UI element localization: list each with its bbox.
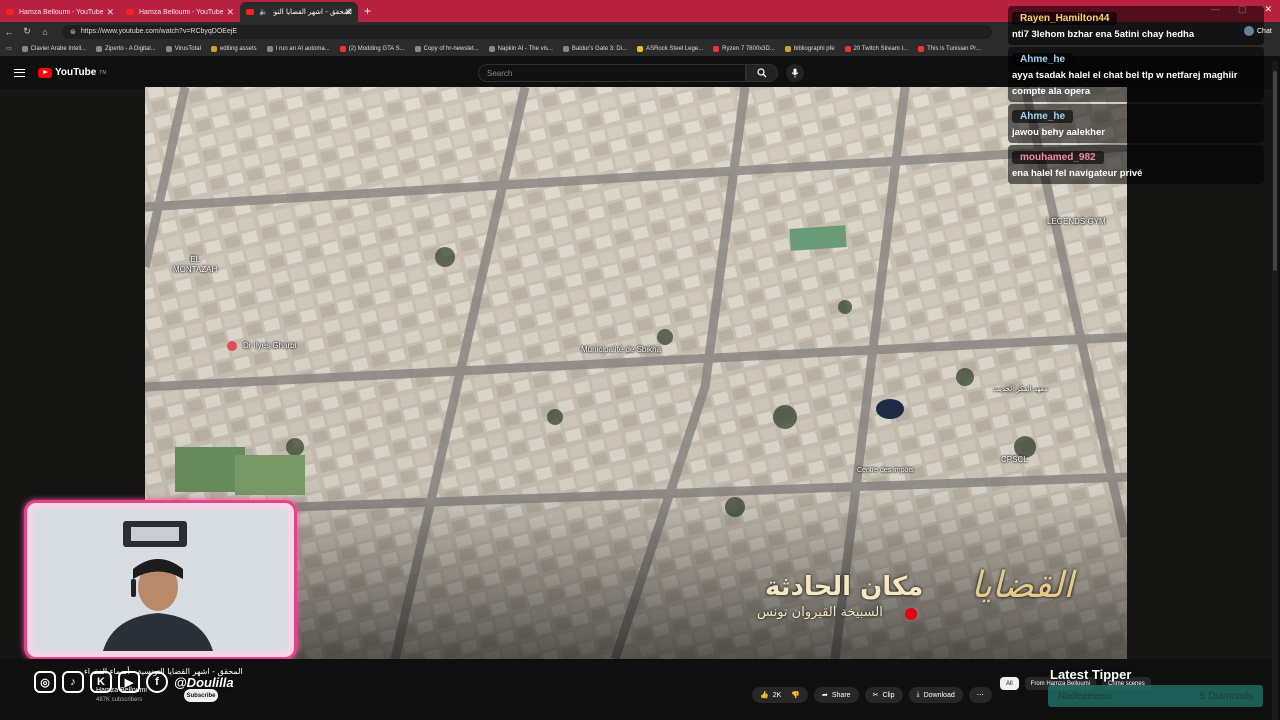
webcam-feed xyxy=(33,509,288,651)
browser-tab[interactable]: Hamza Belloumi - YouTube ✕ xyxy=(120,2,240,22)
chat-text: ena halel fel navigateur privé xyxy=(1012,168,1143,179)
bookmark[interactable]: This is Tunisian Pr... xyxy=(918,45,981,52)
bookmark[interactable]: 20 Twitch Stream I... xyxy=(844,45,908,52)
close-tab-icon[interactable]: ✕ xyxy=(106,7,114,18)
avatar xyxy=(1244,26,1254,36)
speaker-icon[interactable]: 🔈 xyxy=(259,8,268,16)
map-label-arabic: معهد الفكر الحديث xyxy=(993,385,1048,393)
youtube-favicon-icon xyxy=(6,9,14,15)
chat-message: Ahme_he jawou behy aalekher xyxy=(1008,104,1264,143)
new-tab-button[interactable]: + xyxy=(364,4,371,18)
streamer-image xyxy=(33,509,288,651)
video-info-area: المحقق - اشهر القضايا التونسية - أسماء ا… xyxy=(0,659,1272,720)
bookmark[interactable]: Copy of hr-newslet... xyxy=(414,45,479,52)
streamer-handle: @Doulilla xyxy=(174,674,234,690)
site-info-icon[interactable]: ⊜ xyxy=(70,28,76,36)
bookmark[interactable]: Baldur's Gate 3: Di... xyxy=(562,45,627,52)
download-icon: ⤓ xyxy=(916,691,920,698)
thumbs-down-icon[interactable]: 👎 xyxy=(791,691,800,699)
download-button[interactable]: ⤓ Download xyxy=(908,687,963,703)
close-tab-icon[interactable]: ✕ xyxy=(344,7,352,18)
bookmark[interactable]: Ryzen 7 7800x3D... xyxy=(713,45,775,52)
browser-tab[interactable]: Hamza Belloumi - YouTube ✕ xyxy=(0,2,120,22)
youtube-favicon-icon xyxy=(126,9,134,15)
voice-search-button[interactable] xyxy=(786,64,804,82)
tunisia-flag-icon xyxy=(905,608,917,620)
close-window-button[interactable]: ✕ xyxy=(1264,4,1272,15)
channel-name[interactable]: Hamza Belloumi xyxy=(96,687,147,694)
youtube-favicon-icon xyxy=(246,9,254,15)
bookmark-folder[interactable]: editing assets xyxy=(210,45,257,52)
chat-label[interactable]: Chat xyxy=(1244,26,1272,36)
latest-tipper-title: Latest Tipper xyxy=(1050,667,1132,682)
bookmark[interactable]: (2) Modding GTA S... xyxy=(339,45,405,52)
share-button[interactable]: ➦ Share xyxy=(814,687,859,703)
latest-tipper-box: Nadeeeeeur 5 Diamonds xyxy=(1048,685,1263,707)
chat-text: jawou behy aalekher xyxy=(1012,127,1105,138)
back-icon[interactable]: ← xyxy=(0,27,18,37)
share-icon: ➦ xyxy=(822,692,828,699)
subscriber-count: 487K subscribers xyxy=(96,697,143,703)
show-logo: القضايا xyxy=(971,565,1074,606)
instagram-icon: ◎ xyxy=(34,671,56,693)
scrollbar-thumb[interactable] xyxy=(1273,71,1277,271)
youtube-logo[interactable]: YouTube TN xyxy=(38,67,106,78)
pin-icon xyxy=(227,341,237,351)
youtube-play-icon xyxy=(38,67,52,78)
url-field[interactable]: ⊜ https://www.youtube.com/watch?v=RCbyqD… xyxy=(62,24,992,39)
map-label-dr-ilyes: Dr Ilyes Gharbi xyxy=(227,341,296,351)
bookmark[interactable]: Napkin AI - The vis... xyxy=(488,45,553,52)
map-label-el-montazah: EL MONTAZAH xyxy=(173,255,218,274)
browser-tab-active[interactable]: 🔈 المحقق - اشهر القضايا التونسية ✕ xyxy=(240,2,358,22)
bookmark[interactable]: I run an AI automa... xyxy=(266,45,330,52)
chat-text: ayya tsadak halel el chat bel tlp w netf… xyxy=(1012,70,1238,97)
map-label-municipalite: Municipalité de Sbikha xyxy=(581,345,662,354)
chat-username: Rayen_Hamilton44 xyxy=(1012,12,1118,25)
map-label-legends-gym: LEGENDS GYM xyxy=(1047,217,1106,226)
tipper-amount: 5 Diamonds xyxy=(1199,690,1253,702)
close-tab-icon[interactable]: ✕ xyxy=(226,7,234,18)
map-label-centre-impots: Centre des impôts xyxy=(857,467,914,474)
home-icon[interactable]: ⌂ xyxy=(36,27,54,37)
tiktok-icon: ♪ xyxy=(62,671,84,693)
scissors-icon: ✂ xyxy=(872,692,879,699)
bookmark[interactable]: VirusTotal xyxy=(165,45,201,52)
overlay-title: مكان الحادثة xyxy=(765,572,924,602)
chat-username: Ahme_he xyxy=(1012,53,1074,66)
bookmark[interactable]: Clavier Arabe Intell... xyxy=(21,45,86,52)
chat-message: mouhamed_982 ena halel fel navigateur pr… xyxy=(1008,145,1264,184)
search-icon xyxy=(757,68,767,78)
chat-username: mouhamed_982 xyxy=(1012,151,1104,164)
webcam-overlay xyxy=(24,500,297,660)
subscribe-button[interactable]: Subscribe xyxy=(184,689,218,702)
chat-overlay: Rayen_Hamilton44 nti7 3lehom bzhar ena 5… xyxy=(1008,6,1264,186)
chat-text: nti7 3lehom bzhar ena 5atini chay hedha xyxy=(1012,29,1195,40)
more-actions-button[interactable]: ⋯ xyxy=(968,687,992,703)
url-text: https://www.youtube.com/watch?v=RCbyqDOE… xyxy=(80,28,238,35)
map-label-cpscl: CPSCL xyxy=(1001,455,1028,464)
thumbs-up-icon: 👍 xyxy=(760,692,769,699)
search-input[interactable]: Search xyxy=(478,64,746,82)
sidebar-toggle-icon[interactable]: ▭ xyxy=(6,45,12,52)
bookmark[interactable]: ASRock Steel Lege... xyxy=(637,45,703,52)
chat-username: Ahme_he xyxy=(1012,110,1074,123)
tipper-name: Nadeeeeeur xyxy=(1058,690,1114,702)
reload-icon[interactable]: ↻ xyxy=(18,26,36,37)
microphone-icon xyxy=(791,68,799,78)
chat-message: Rayen_Hamilton44 nti7 3lehom bzhar ena 5… xyxy=(1008,6,1264,45)
search-button[interactable] xyxy=(746,64,778,82)
bookmark[interactable]: Ziperto - A Digital... xyxy=(96,45,156,52)
chat-message: Ahme_he ayya tsadak halel el chat bel tl… xyxy=(1008,47,1264,102)
like-button[interactable]: 👍 2K 👎 xyxy=(752,687,808,703)
overlay-subtitle: السبيخة القيروان تونس xyxy=(757,605,883,620)
menu-icon[interactable] xyxy=(14,69,25,77)
chip-all[interactable]: All xyxy=(1000,677,1019,690)
bookmark-folder[interactable]: bibliographi pfe xyxy=(784,45,835,52)
page-scrollbar[interactable] xyxy=(1272,61,1278,720)
facebook-icon: f xyxy=(146,671,168,693)
clip-button[interactable]: ✂ Clip xyxy=(864,687,903,703)
video-actions: 👍 2K 👎 ➦ Share ✂ Clip ⤓ Download ⋯ xyxy=(752,687,992,703)
